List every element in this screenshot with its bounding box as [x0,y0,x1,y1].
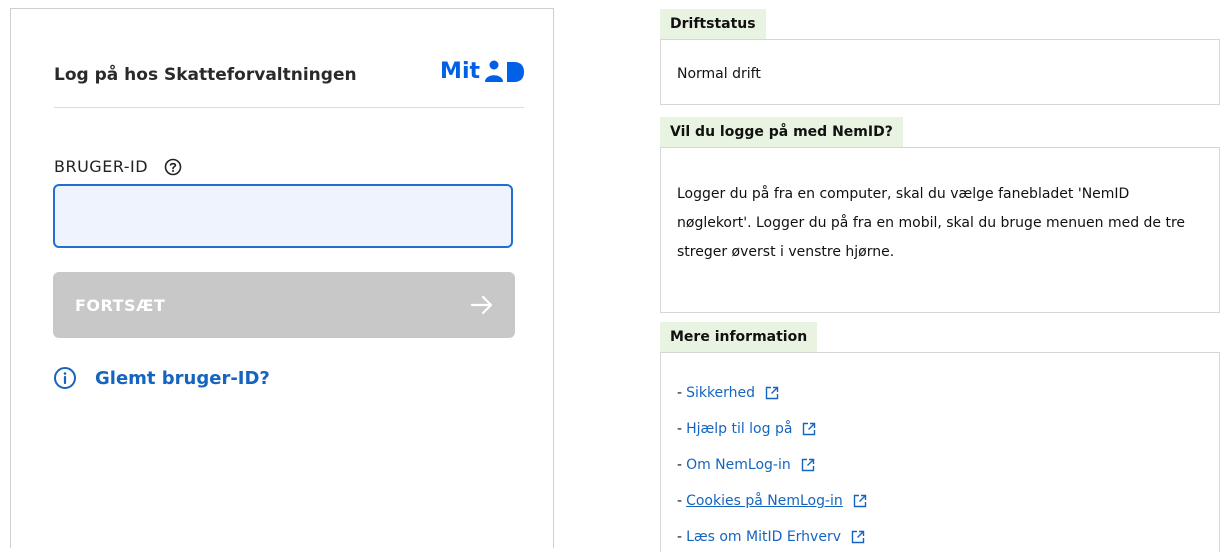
mitid-person-d-icon [485,60,524,82]
status-tab: Driftstatus [660,9,766,39]
userid-input[interactable] [53,184,513,248]
info-link-list: - Sikkerhed - Hjælp til log på - Om NemL… [677,375,1203,555]
link-cookies[interactable]: Cookies på NemLog-in [686,493,843,509]
list-prefix: - [677,457,683,473]
link-om-nemlogin[interactable]: Om NemLog-in [686,457,791,473]
help-icon[interactable] [164,158,182,176]
forgot-userid-link[interactable]: Glemt bruger-ID? [95,368,270,389]
login-card: Log på hos Skatteforvaltningen Mit BRUGE… [10,8,554,548]
list-prefix: - [677,529,683,545]
list-prefix: - [677,385,683,401]
list-prefix: - [677,421,683,437]
external-link-icon [801,458,815,472]
external-link-icon [802,422,816,436]
link-sikkerhed[interactable]: Sikkerhed [686,385,755,401]
userid-label-row: BRUGER-ID [54,157,182,176]
continue-label: FORTSÆT [75,295,166,315]
login-title: Log på hos Skatteforvaltningen [54,65,357,85]
external-link-icon [765,386,779,400]
nemid-box: Logger du på fra en computer, skal du væ… [660,147,1220,313]
list-item: - Læs om MitID Erhverv [677,519,1203,555]
link-mitid-erhverv[interactable]: Læs om MitID Erhverv [686,529,841,545]
list-prefix: - [677,493,683,509]
list-item: - Om NemLog-in [677,447,1203,483]
nemid-text: Logger du på fra en computer, skal du væ… [677,186,1186,260]
mitid-logo: Mit [440,59,524,84]
status-box: Normal drift [660,39,1220,105]
status-text: Normal drift [677,66,761,82]
info-tab: Mere information [660,322,818,352]
info-box: - Sikkerhed - Hjælp til log på - Om NemL… [660,352,1220,552]
nemid-tab: Vil du logge på med NemID? [660,117,903,147]
link-help-login[interactable]: Hjælp til log på [686,421,792,437]
list-item: - Sikkerhed [677,375,1203,411]
mitid-logo-text: Mit [440,59,480,84]
info-icon [54,367,76,389]
list-item: - Cookies på NemLog-in [677,483,1203,519]
login-header: Log på hos Skatteforvaltningen Mit [54,59,524,108]
arrow-right-icon [470,295,493,315]
external-link-icon [851,530,865,544]
list-item: - Hjælp til log på [677,411,1203,447]
external-link-icon [853,494,867,508]
forgot-userid-row[interactable]: Glemt bruger-ID? [53,366,270,390]
continue-button[interactable]: FORTSÆT [53,272,515,338]
userid-label: BRUGER-ID [54,157,149,176]
